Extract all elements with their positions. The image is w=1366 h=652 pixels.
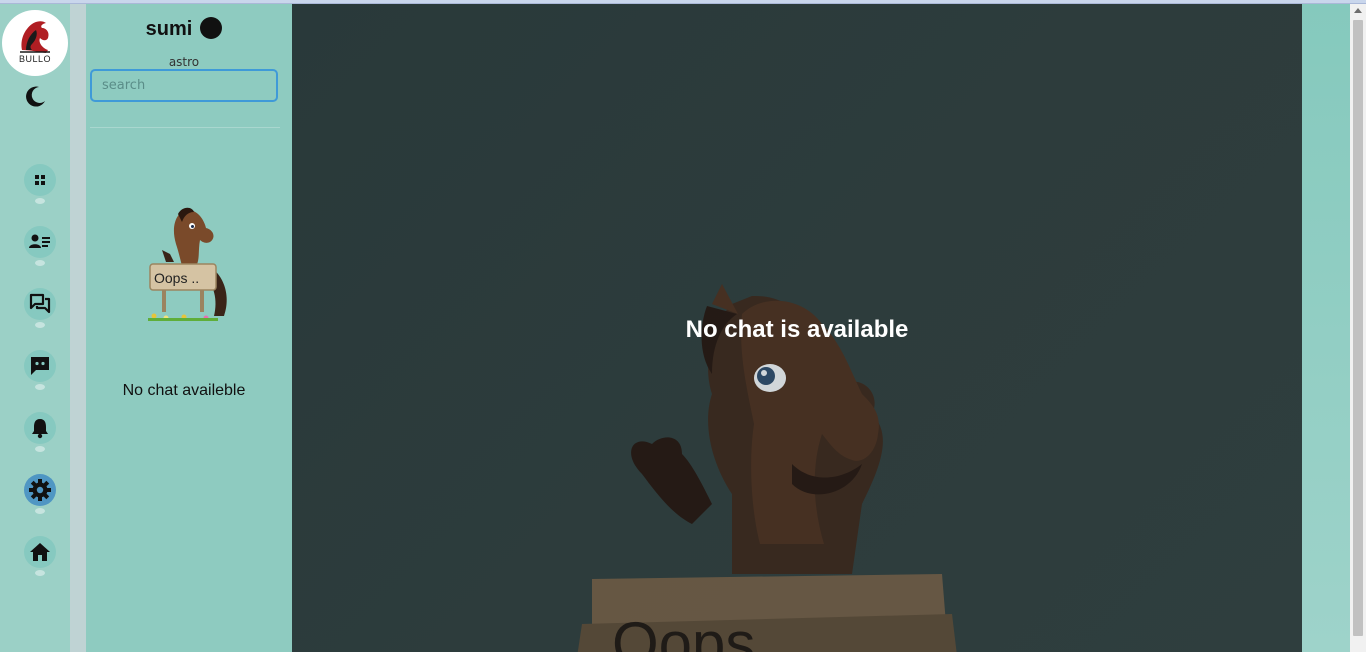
grid-icon: [35, 175, 45, 185]
horse-logo-icon: [20, 21, 50, 53]
nav-indicator: [35, 198, 45, 204]
oops-big-sign-text: Oops: [612, 610, 755, 652]
nav-indicator: [35, 508, 45, 514]
panel-divider: [90, 127, 280, 128]
nav-indicator: [35, 322, 45, 328]
scroll-up-arrow-icon[interactable]: [1354, 8, 1362, 13]
dark-mode-toggle[interactable]: [22, 84, 48, 110]
nav-indicator: [35, 446, 45, 452]
logo-text: BULLO: [18, 54, 51, 64]
no-chat-title: No chat is available: [685, 316, 909, 343]
vertical-scrollbar[interactable]: [1350, 4, 1366, 652]
nav-settings[interactable]: [24, 474, 56, 506]
search-input[interactable]: [90, 69, 278, 102]
nav-indicator: [35, 570, 45, 576]
moon-icon: [26, 86, 45, 107]
message-icon: [31, 357, 49, 375]
nav-chats[interactable]: [24, 288, 56, 320]
user-name: sumi: [145, 18, 193, 40]
scroll-thumb[interactable]: [1353, 20, 1363, 636]
user-status-dot: [200, 17, 222, 39]
gear-icon: [29, 479, 51, 501]
nav-dashboard[interactable]: [24, 164, 56, 196]
brand-logo[interactable]: BULLO: [2, 10, 68, 76]
chat-list-empty-message: No chat availeble: [122, 382, 246, 399]
nav-home[interactable]: [24, 536, 56, 568]
nav-indicator: [35, 260, 45, 266]
chat-main-area: Oops No chat is available: [292, 4, 1302, 652]
nav-indicator: [35, 384, 45, 390]
oops-horse-illustration: Oops ..: [148, 207, 227, 321]
contact-card-icon: [29, 234, 50, 248]
home-icon: [30, 543, 50, 561]
chat-bubbles-icon: [29, 293, 51, 314]
oops-sign-text: Oops ..: [154, 270, 199, 286]
nav-rail: BULLO: [0, 4, 70, 652]
rail-divider: [70, 4, 86, 652]
user-role: astro: [168, 55, 200, 69]
bell-icon: [32, 419, 48, 439]
nav-messages[interactable]: [24, 350, 56, 382]
right-margin: [1302, 4, 1350, 652]
chat-list-panel: sumi astro Oops .. No chat availeble: [86, 4, 292, 652]
nav-notifications[interactable]: [24, 412, 56, 444]
nav-contacts[interactable]: [24, 226, 56, 258]
